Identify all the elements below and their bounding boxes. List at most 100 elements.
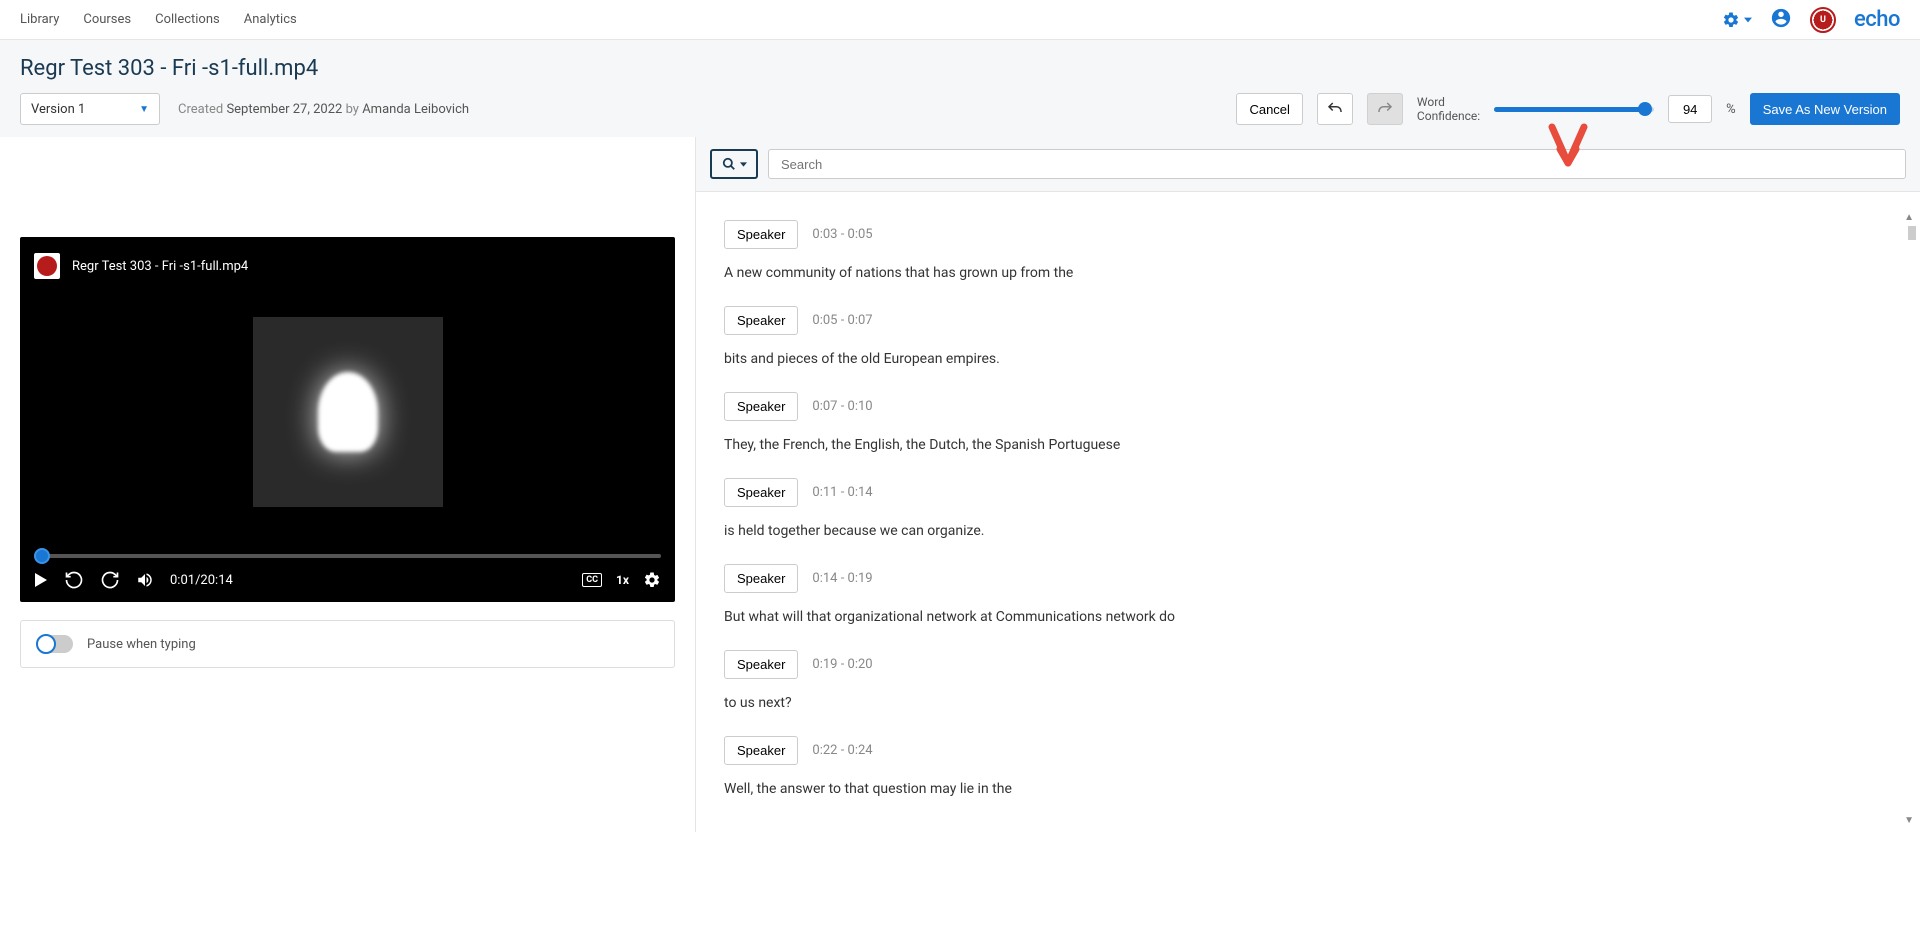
header-row: Version 1 ▼ Created September 27, 2022 b… — [20, 93, 1900, 125]
transcript-panel[interactable]: ▲ Speaker0:03 - 0:05 A new community of n… — [696, 192, 1920, 832]
segment-time: 0:14 - 0:19 — [812, 571, 872, 586]
controls-left: 0:01/20:14 — [34, 570, 233, 590]
segment-header: Speaker 0:19 - 0:20 — [724, 650, 1892, 679]
created-prefix: Created — [178, 102, 223, 117]
nav-library[interactable]: Library — [20, 12, 59, 27]
segment-text[interactable]: is held together because we can organize… — [724, 521, 1892, 542]
header-left: Version 1 ▼ Created September 27, 2022 b… — [20, 93, 469, 125]
video-controls: 0:01/20:14 CC 1x — [34, 570, 661, 590]
toggle-knob — [36, 634, 56, 654]
speed-button[interactable]: 1x — [616, 573, 629, 587]
speaker-button[interactable]: Speaker — [724, 392, 798, 421]
slider-fill — [1494, 107, 1644, 112]
forward-button[interactable] — [100, 570, 120, 590]
speaker-button[interactable]: Speaker — [724, 306, 798, 335]
search-type-dropdown[interactable] — [710, 149, 758, 179]
confidence-label: Word Confidence: — [1417, 95, 1480, 124]
video-title: Regr Test 303 - Fri -s1-full.mp4 — [72, 259, 248, 274]
nav-right: U echo — [1722, 7, 1900, 33]
cancel-button[interactable]: Cancel — [1236, 93, 1302, 125]
search-row — [696, 137, 1920, 192]
video-header: Regr Test 303 - Fri -s1-full.mp4 — [34, 253, 248, 279]
pause-when-typing-box: Pause when typing — [20, 620, 675, 668]
confidence-label-1: Word — [1417, 95, 1480, 109]
play-button[interactable] — [34, 573, 48, 587]
nav-analytics[interactable]: Analytics — [244, 12, 297, 27]
page-title: Regr Test 303 - Fri -s1-full.mp4 — [20, 56, 1900, 81]
nav-collections[interactable]: Collections — [155, 12, 220, 27]
video-frame — [253, 317, 443, 507]
progress-thumb[interactable] — [34, 548, 50, 564]
confidence-slider[interactable] — [1494, 101, 1654, 117]
gear-icon — [1722, 11, 1740, 29]
redo-button[interactable] — [1367, 93, 1403, 125]
video-logo — [34, 253, 60, 279]
confidence-input[interactable] — [1668, 95, 1712, 123]
percent-sign: % — [1726, 102, 1736, 117]
segment-text[interactable]: A new community of nations that has grow… — [724, 263, 1892, 284]
segment-time: 0:22 - 0:24 — [812, 743, 872, 758]
speaker-button[interactable]: Speaker — [724, 650, 798, 679]
created-by-prefix: by — [346, 102, 359, 117]
cc-button[interactable]: CC — [582, 573, 602, 587]
segment-text[interactable]: to us next? — [724, 693, 1892, 714]
transcript-segment: Speaker0:07 - 0:10They, the French, the … — [724, 392, 1892, 456]
created-date: September 27, 2022 — [226, 102, 342, 117]
redo-icon — [1376, 100, 1394, 118]
caret-down-icon: ▼ — [139, 104, 149, 115]
volume-icon — [136, 571, 154, 589]
segment-text[interactable]: But what will that organizational networ… — [724, 607, 1892, 628]
segment-time: 0:05 - 0:07 — [812, 313, 872, 328]
created-text: Created September 27, 2022 by Amanda Lei… — [178, 102, 469, 117]
header-area: Regr Test 303 - Fri -s1-full.mp4 Version… — [0, 40, 1920, 137]
undo-button[interactable] — [1317, 93, 1353, 125]
search-input[interactable] — [768, 149, 1906, 179]
video-player[interactable]: Regr Test 303 - Fri -s1-full.mp4 — [20, 237, 675, 602]
transcript-segment: Speaker 0:14 - 0:19 But what will that org… — [724, 564, 1892, 628]
segment-text[interactable]: bits and pieces of the old European empi… — [724, 349, 1892, 370]
speaker-button[interactable]: Speaker — [724, 564, 798, 593]
scroll-up-icon[interactable]: ▲ — [1904, 212, 1914, 223]
segment-text[interactable]: They, the French, the English, the Dutch… — [724, 435, 1892, 456]
rewind-button[interactable] — [64, 570, 84, 590]
account-button[interactable] — [1770, 7, 1792, 33]
scrollbar-thumb[interactable] — [1908, 226, 1916, 240]
video-time: 0:01/20:14 — [170, 573, 233, 588]
play-icon — [34, 573, 48, 587]
transcript-segment: Speaker 0:22 - 0:24 Well, the answer to th… — [724, 736, 1892, 800]
transcript-segment: Speaker 0:19 - 0:20 to us next? — [724, 650, 1892, 714]
speaker-button[interactable]: Speaker — [724, 478, 798, 507]
video-content — [318, 372, 378, 452]
speaker-button[interactable]: Speaker — [724, 736, 798, 765]
video-controls-bar: 0:01/20:14 CC 1x — [20, 554, 675, 602]
segment-header: Speaker0:11 - 0:14 — [724, 478, 1892, 507]
version-select[interactable]: Version 1 ▼ — [20, 93, 160, 125]
transcript-segment: Speaker0:11 - 0:14 is held together becau… — [724, 478, 1892, 542]
segment-time: 0:19 - 0:20 — [812, 657, 872, 672]
caret-down-icon — [1744, 16, 1752, 24]
confidence-label-2: Confidence: — [1417, 109, 1480, 123]
right-column: ▲ Speaker0:03 - 0:05 A new community of n… — [695, 137, 1920, 832]
save-button[interactable]: Save As New Version — [1750, 93, 1900, 125]
forward-icon — [100, 570, 120, 590]
brand-logo[interactable]: echo — [1854, 7, 1900, 32]
header-right: Cancel Word Confidence: % Save A — [1236, 93, 1900, 125]
speaker-button[interactable]: Speaker — [724, 220, 798, 249]
nav-courses[interactable]: Courses — [83, 12, 131, 27]
org-logo[interactable]: U — [1810, 7, 1836, 33]
settings-button[interactable] — [643, 571, 661, 589]
gear-icon — [643, 571, 661, 589]
segment-header: Speaker0:03 - 0:05 — [724, 220, 1892, 249]
volume-button[interactable] — [136, 571, 154, 589]
segment-header: Speaker 0:14 - 0:19 — [724, 564, 1892, 593]
segment-header: Speaker 0:05 - 0:07 — [724, 306, 1892, 335]
rewind-icon — [64, 570, 84, 590]
segment-text[interactable]: Well, the answer to that question may li… — [724, 779, 1892, 800]
video-progress[interactable] — [34, 554, 661, 558]
controls-right: CC 1x — [582, 571, 661, 589]
transcript-segment: Speaker 0:05 - 0:07 bits and pieces of the… — [724, 306, 1892, 370]
slider-thumb[interactable] — [1638, 102, 1652, 116]
pause-toggle[interactable] — [37, 635, 73, 653]
scroll-down-icon[interactable]: ▼ — [1904, 815, 1914, 826]
settings-dropdown[interactable] — [1722, 11, 1752, 29]
